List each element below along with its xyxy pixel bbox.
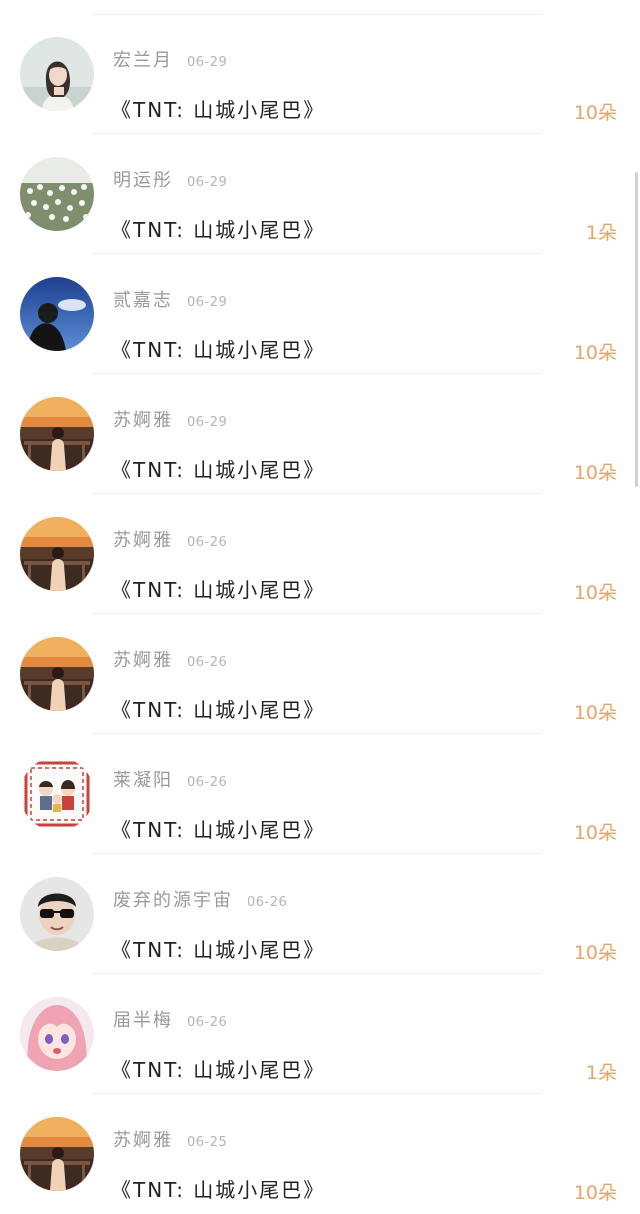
flower-count: 1朵 bbox=[585, 1062, 617, 1084]
date: 06-26 bbox=[187, 655, 228, 670]
flower-count: 10朵 bbox=[573, 582, 617, 604]
list-item[interactable]: 明运彤 06-29 《TNT: 山城小尾巴》 1朵 bbox=[0, 134, 640, 254]
meta-line: 贰嘉志 06-29 bbox=[113, 286, 228, 311]
list-item[interactable]: 苏婀雅 06-26 《TNT: 山城小尾巴》 10朵 bbox=[0, 494, 640, 614]
flower-count: 10朵 bbox=[573, 702, 617, 724]
avatar[interactable] bbox=[20, 877, 94, 951]
avatar-sunglasses-guy-icon bbox=[20, 877, 94, 951]
avatar-girl-portrait-icon bbox=[20, 37, 94, 111]
flower-count: 10朵 bbox=[573, 342, 617, 364]
book-title[interactable]: 《TNT: 山城小尾巴》 bbox=[111, 934, 325, 963]
book-title[interactable]: 《TNT: 山城小尾巴》 bbox=[111, 694, 325, 723]
list-item[interactable]: 宏兰月 06-29 《TNT: 山城小尾巴》 10朵 bbox=[0, 14, 640, 134]
date: 06-29 bbox=[187, 55, 228, 70]
flower-count: 10朵 bbox=[573, 1182, 617, 1204]
avatar[interactable] bbox=[20, 1117, 94, 1191]
user-name[interactable]: 明运彤 bbox=[113, 170, 173, 191]
flower-count: 10朵 bbox=[573, 102, 617, 124]
meta-line: 苏婀雅 06-26 bbox=[113, 646, 228, 671]
list-item[interactable]: 莱凝阳 06-26 《TNT: 山城小尾巴》 10朵 bbox=[0, 734, 640, 854]
meta-line: 苏婀雅 06-25 bbox=[113, 1126, 228, 1151]
date: 06-29 bbox=[187, 295, 228, 310]
avatar[interactable] bbox=[20, 37, 94, 111]
meta-line: 届半梅 06-26 bbox=[113, 1006, 228, 1031]
flower-count: 10朵 bbox=[573, 942, 617, 964]
avatar-anime-girl-icon bbox=[20, 997, 94, 1071]
meta-line: 苏婀雅 06-29 bbox=[113, 406, 228, 431]
date: 06-26 bbox=[187, 535, 228, 550]
avatar[interactable] bbox=[20, 517, 94, 591]
book-title[interactable]: 《TNT: 山城小尾巴》 bbox=[111, 454, 325, 483]
avatar[interactable] bbox=[20, 277, 94, 351]
book-title[interactable]: 《TNT: 山城小尾巴》 bbox=[111, 94, 325, 123]
user-name[interactable]: 苏婀雅 bbox=[113, 650, 173, 671]
meta-line: 明运彤 06-29 bbox=[113, 166, 228, 191]
user-name[interactable]: 宏兰月 bbox=[113, 50, 173, 71]
list-item[interactable]: 苏婀雅 06-26 《TNT: 山城小尾巴》 10朵 bbox=[0, 614, 640, 734]
user-name[interactable]: 届半梅 bbox=[113, 1010, 173, 1031]
user-name[interactable]: 莱凝阳 bbox=[113, 770, 173, 791]
user-name[interactable]: 苏婀雅 bbox=[113, 1130, 173, 1151]
scrollbar[interactable] bbox=[635, 172, 638, 487]
book-title[interactable]: 《TNT: 山城小尾巴》 bbox=[111, 334, 325, 363]
avatar[interactable] bbox=[20, 157, 94, 231]
date: 06-26 bbox=[187, 1015, 228, 1030]
avatar[interactable] bbox=[20, 637, 94, 711]
meta-line: 苏婀雅 06-26 bbox=[113, 526, 228, 551]
user-name[interactable]: 苏婀雅 bbox=[113, 530, 173, 551]
book-title[interactable]: 《TNT: 山城小尾巴》 bbox=[111, 214, 325, 243]
user-name[interactable]: 废弃的源宇宙 bbox=[113, 890, 233, 911]
meta-line: 莱凝阳 06-26 bbox=[113, 766, 228, 791]
book-title[interactable]: 《TNT: 山城小尾巴》 bbox=[111, 1174, 325, 1203]
book-title[interactable]: 《TNT: 山城小尾巴》 bbox=[111, 574, 325, 603]
user-name[interactable]: 贰嘉志 bbox=[113, 290, 173, 311]
avatar-sunset-girl-icon bbox=[20, 637, 94, 711]
list-item[interactable]: 贰嘉志 06-29 《TNT: 山城小尾巴》 10朵 bbox=[0, 254, 640, 374]
list-item[interactable]: 废弃的源宇宙 06-26 《TNT: 山城小尾巴》 10朵 bbox=[0, 854, 640, 974]
avatar-sunset-girl-icon bbox=[20, 1117, 94, 1191]
avatar-cartoon-family-icon bbox=[20, 757, 94, 831]
date: 06-29 bbox=[187, 415, 228, 430]
flower-count: 10朵 bbox=[573, 822, 617, 844]
date: 06-26 bbox=[187, 775, 228, 790]
meta-line: 废弃的源宇宙 06-26 bbox=[113, 886, 288, 911]
book-title[interactable]: 《TNT: 山城小尾巴》 bbox=[111, 1054, 325, 1083]
avatar-blue-sky-girl-icon bbox=[20, 277, 94, 351]
list-item[interactable]: 届半梅 06-26 《TNT: 山城小尾巴》 1朵 bbox=[0, 974, 640, 1094]
avatar[interactable] bbox=[20, 997, 94, 1071]
meta-line: 宏兰月 06-29 bbox=[113, 46, 228, 71]
flower-count: 1朵 bbox=[585, 222, 617, 244]
avatar[interactable] bbox=[20, 757, 94, 831]
flower-count: 10朵 bbox=[573, 462, 617, 484]
list-item[interactable]: 苏婀雅 06-29 《TNT: 山城小尾巴》 10朵 bbox=[0, 374, 640, 494]
avatar[interactable] bbox=[20, 397, 94, 471]
user-name[interactable]: 苏婀雅 bbox=[113, 410, 173, 431]
avatar-flower-field-icon bbox=[20, 157, 94, 231]
date: 06-25 bbox=[187, 1135, 228, 1150]
avatar-sunset-girl-icon bbox=[20, 517, 94, 591]
date: 06-29 bbox=[187, 175, 228, 190]
book-title[interactable]: 《TNT: 山城小尾巴》 bbox=[111, 814, 325, 843]
date: 06-26 bbox=[247, 895, 288, 910]
avatar-sunset-girl-icon bbox=[20, 397, 94, 471]
list-item[interactable]: 苏婀雅 06-25 《TNT: 山城小尾巴》 10朵 bbox=[0, 1094, 640, 1214]
